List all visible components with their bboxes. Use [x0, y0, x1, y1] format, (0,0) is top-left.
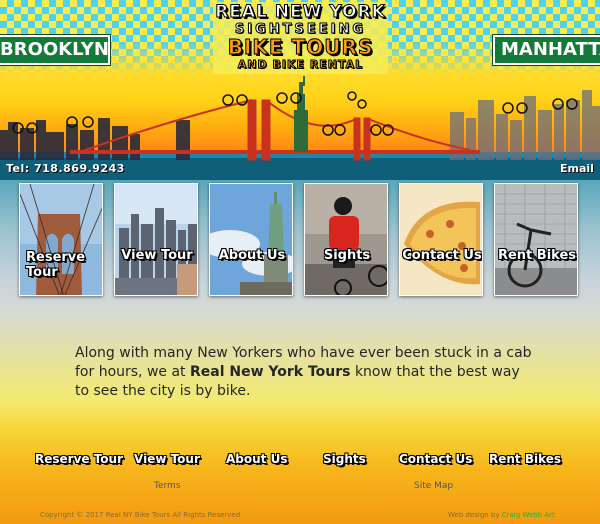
header-banner: REAL NEW YORK SIGHTSEEING BIKE TOURS AND…	[0, 0, 600, 180]
web-design-credit: Web design by Craig Webb Art	[448, 511, 555, 519]
manhattan-street-sign: MANHATTAN	[493, 35, 600, 65]
terms-link[interactable]: Terms	[154, 481, 181, 491]
tile-view-tour[interactable]: View Tour	[114, 183, 198, 296]
tile-label: Rent Bikes	[497, 248, 577, 263]
tile-reserve-tour[interactable]: Reserve Tour	[19, 183, 103, 296]
tile-label: Reserve Tour	[26, 250, 86, 280]
tile-label: About Us	[218, 248, 286, 263]
brooklyn-street-sign: BROOKLYN	[0, 35, 110, 65]
statue-of-liberty-photo	[210, 184, 292, 295]
phone-number: Tel: 718.869.9243	[6, 162, 125, 175]
logo-line-4: AND BIKE RENTAL	[237, 58, 364, 71]
tile-about-us[interactable]: About Us	[209, 183, 293, 296]
footer-link-about-us[interactable]: About Us	[226, 452, 287, 466]
tile-label: Sights	[323, 248, 371, 263]
footer-link-sights[interactable]: Sights	[323, 452, 366, 466]
footer-link-reserve-tour[interactable]: Reserve Tour	[35, 452, 123, 466]
logo-line-1: REAL NEW YORK	[215, 2, 386, 22]
tile-rent-bikes[interactable]: Rent Bikes	[494, 183, 578, 296]
credit-prefix: Web design by	[448, 511, 502, 519]
footer-link-rent-bikes[interactable]: Rent Bikes	[489, 452, 561, 466]
tile-sights[interactable]: Sights	[304, 183, 388, 296]
logo-line-3: BIKE TOURS	[227, 35, 374, 59]
site-map-link[interactable]: Site Map	[414, 481, 453, 491]
tile-label: Contact Us	[402, 248, 482, 263]
tile-contact-us[interactable]: Contact Us	[399, 183, 483, 296]
designer-link[interactable]: Craig Webb Art	[502, 511, 555, 519]
copyright-notice: Copyright © 2017 Real NY Bike Tours All …	[40, 511, 241, 519]
photo-navigation: Reserve Tour View Tour About Us Sights C…	[0, 183, 600, 296]
pizza-photo	[400, 184, 482, 295]
footer-link-view-tour[interactable]: View Tour	[134, 452, 200, 466]
parked-bike-photo	[495, 184, 577, 295]
email-link[interactable]: Email	[560, 162, 594, 175]
intro-paragraph: Along with many New Yorkers who have eve…	[75, 344, 535, 401]
brand-name: Real New York Tours	[190, 364, 351, 380]
footer-link-contact-us[interactable]: Contact Us	[399, 452, 472, 466]
site-logo-title[interactable]: REAL NEW YORK SIGHTSEEING BIKE TOURS AND…	[213, 2, 388, 74]
footer-navigation: Reserve Tour View Tour About Us Sights C…	[0, 452, 600, 472]
cyclist-photo	[305, 184, 387, 295]
manhattan-skyline-photo	[115, 184, 197, 295]
tile-label: View Tour	[121, 248, 193, 263]
